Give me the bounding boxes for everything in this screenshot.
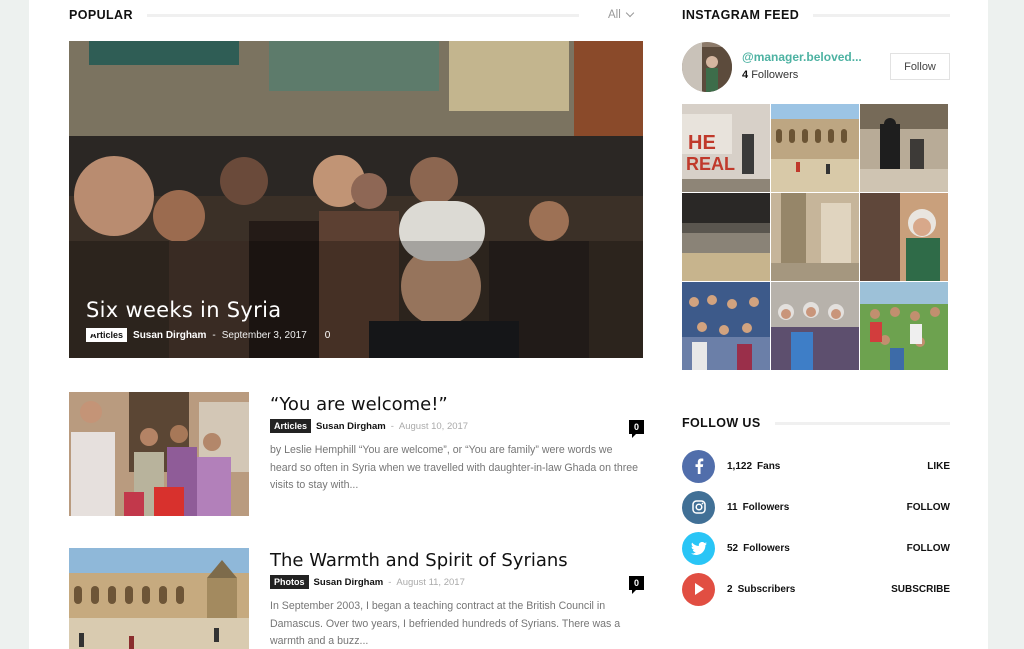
featured-post[interactable]: Six weeks in Syria Articles Susan Dirgha… [69, 41, 643, 358]
post-title[interactable]: The Warmth and Spirit of Syrians [270, 550, 568, 571]
social-row-instagram[interactable]: 11 Followers FOLLOW [682, 490, 950, 524]
subscribe-button[interactable]: SUBSCRIBE [891, 584, 950, 595]
comment-count-badge[interactable]: 0 [629, 420, 644, 438]
svg-text:REAL: REAL [686, 154, 735, 174]
instagram-photo[interactable] [860, 282, 948, 370]
instagram-photo[interactable] [682, 193, 770, 281]
instagram-profile: @manager.beloved... 4 Followers Follow [682, 42, 950, 92]
social-unit: Followers [743, 542, 790, 554]
social-count: 11 [727, 501, 738, 513]
meta-separator: - [388, 576, 392, 588]
heading-divider [146, 13, 579, 17]
category-filter-label: All [608, 9, 621, 21]
category-tag[interactable]: Photos [270, 575, 309, 589]
comment-icon [86, 328, 97, 337]
featured-post-title[interactable]: Six weeks in Syria [86, 298, 281, 322]
category-tag[interactable]: Articles [270, 419, 312, 433]
instagram-username[interactable]: @manager.beloved... [742, 50, 862, 64]
followers-label: Followers [751, 69, 799, 81]
facebook-icon[interactable] [682, 449, 715, 483]
instagram-photo[interactable] [771, 193, 859, 281]
instagram-photo[interactable] [771, 282, 859, 370]
instagram-icon[interactable] [682, 490, 715, 524]
author-link[interactable]: Susan Dirgham [314, 577, 384, 588]
instagram-photo[interactable] [860, 104, 948, 192]
social-row-youtube[interactable]: 2 Subscribers SUBSCRIBE [682, 572, 950, 606]
instagram-followers: 4 Followers [742, 69, 798, 81]
post-thumbnail[interactable] [69, 548, 249, 649]
youtube-icon[interactable] [682, 572, 715, 606]
social-row-facebook[interactable]: 1,122 Fans LIKE [682, 449, 950, 483]
comment-count-badge[interactable]: 0 [629, 576, 644, 594]
avatar[interactable] [682, 42, 732, 92]
social-unit: Subscribers [737, 583, 796, 595]
post-excerpt: by Leslie Hemphill “You are welcome”, or… [270, 444, 639, 491]
author-link[interactable]: Susan Dirgham [316, 421, 386, 432]
category-filter-dropdown[interactable]: All [608, 8, 635, 21]
popular-heading: POPULAR [69, 8, 643, 22]
post-image [69, 548, 249, 649]
list-item: “You are welcome!” Articles Susan Dirgha… [69, 392, 644, 516]
social-row-twitter[interactable]: 52 Followers FOLLOW [682, 531, 950, 565]
instagram-heading: INSTAGRAM FEED [682, 8, 950, 22]
comment-count-value: 0 [324, 329, 331, 341]
followers-count: 4 [742, 69, 749, 81]
post-date: August 11, 2017 [396, 576, 465, 588]
author-link[interactable]: Susan Dirgham [133, 330, 206, 341]
svg-text:HE: HE [688, 132, 716, 154]
follow-us-heading-label: FOLLOW US [682, 416, 761, 430]
meta-separator: - [212, 329, 216, 341]
follow-button[interactable]: FOLLOW [907, 502, 950, 513]
post-meta: Photos Susan Dirgham - August 11, 2017 [270, 575, 465, 589]
featured-post-meta: Articles Susan Dirgham - September 3, 20… [86, 328, 330, 342]
follow-button[interactable]: FOLLOW [907, 543, 950, 554]
post-thumbnail[interactable] [69, 392, 249, 516]
post-meta: Articles Susan Dirgham - August 10, 2017 [270, 419, 468, 433]
post-image [69, 392, 249, 516]
comment-count[interactable]: 0 [86, 328, 331, 341]
social-count: 1,122 [727, 460, 753, 472]
instagram-grid: HE REAL [682, 104, 950, 371]
post-date: August 10, 2017 [398, 420, 469, 432]
social-count: 52 [727, 542, 739, 554]
heading-divider [813, 13, 950, 17]
instagram-photo[interactable]: HE REAL [682, 104, 770, 192]
list-item: The Warmth and Spirit of Syrians Photos … [69, 548, 644, 649]
follow-us-heading: FOLLOW US [682, 416, 950, 430]
instagram-photo[interactable] [771, 104, 859, 192]
instagram-photo[interactable] [682, 282, 770, 370]
social-unit: Fans [757, 460, 781, 472]
instagram-heading-label: INSTAGRAM FEED [682, 8, 800, 22]
twitter-icon[interactable] [682, 531, 715, 565]
instagram-follow-button[interactable]: Follow [890, 53, 950, 80]
post-title[interactable]: “You are welcome!” [270, 394, 448, 415]
popular-heading-label: POPULAR [69, 8, 133, 22]
chevron-down-icon [625, 8, 635, 18]
heading-divider [774, 421, 950, 425]
social-count: 2 [727, 583, 733, 595]
instagram-photo[interactable] [860, 193, 948, 281]
avatar-image [682, 42, 732, 92]
like-button[interactable]: LIKE [927, 461, 950, 472]
post-date: September 3, 2017 [221, 329, 307, 341]
page: POPULAR All Six weeks in Syria Articles … [29, 0, 988, 649]
post-excerpt: In September 2003, I began a teaching co… [270, 600, 621, 647]
meta-separator: - [390, 420, 394, 432]
social-unit: Followers [742, 501, 790, 513]
